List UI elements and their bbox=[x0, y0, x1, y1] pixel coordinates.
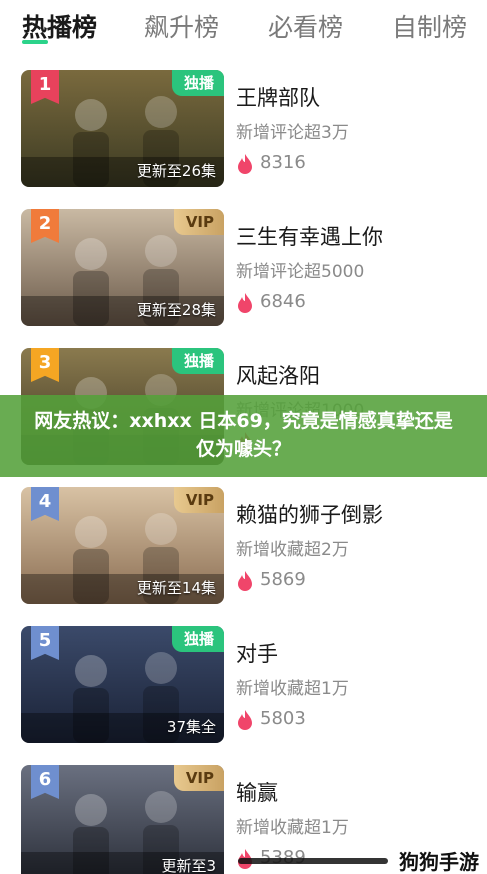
flame-icon bbox=[238, 571, 252, 591]
show-title[interactable]: 输赢 bbox=[236, 777, 278, 807]
show-stat-desc: 新增收藏超2万 bbox=[236, 540, 349, 560]
tab-must-watch[interactable]: 必看榜 bbox=[268, 8, 343, 44]
flame-icon bbox=[238, 710, 252, 730]
show-stat-desc: 新增评论超3万 bbox=[236, 123, 349, 143]
ranking-tabs: 热播榜 飙升榜 必看榜 自制榜 bbox=[0, 0, 487, 52]
heat-value: 5803 bbox=[260, 708, 306, 729]
home-indicator bbox=[238, 858, 388, 864]
list-item[interactable]: 5 独播 37集全 对手 新增收藏超1万 5803 bbox=[0, 626, 487, 746]
watermark: 狗狗手游 bbox=[399, 850, 479, 874]
show-title[interactable]: 三生有幸遇上你 bbox=[236, 221, 383, 251]
access-badge: VIP bbox=[173, 487, 224, 513]
headline-banner: 网友热议：xxhxx 日本69，究竟是情感真挚还是仅为噱头？ bbox=[0, 395, 487, 477]
flame-icon bbox=[238, 154, 252, 174]
access-badge: 独播 bbox=[171, 348, 224, 374]
access-badge: 独播 bbox=[171, 626, 224, 652]
episode-status: 更新至28集 bbox=[136, 301, 216, 319]
access-badge: VIP bbox=[173, 765, 224, 791]
poster-image[interactable]: 4 VIP 更新至14集 bbox=[21, 487, 224, 604]
tab-rising[interactable]: 飙升榜 bbox=[144, 8, 219, 44]
tab-original[interactable]: 自制榜 bbox=[392, 8, 467, 44]
episode-status: 37集全 bbox=[166, 718, 216, 736]
poster-image[interactable]: 5 独播 37集全 bbox=[21, 626, 224, 743]
show-stat-desc: 新增评论超5000 bbox=[236, 262, 365, 282]
episode-status: 更新至14集 bbox=[136, 579, 216, 597]
tab-hot[interactable]: 热播榜 bbox=[22, 8, 97, 44]
show-title[interactable]: 对手 bbox=[236, 638, 278, 668]
list-item[interactable]: 1 独播 更新至26集 王牌部队 新增评论超3万 8316 bbox=[0, 70, 487, 190]
poster-image[interactable]: 1 独播 更新至26集 bbox=[21, 70, 224, 187]
active-tab-indicator bbox=[22, 40, 48, 44]
heat-value: 8316 bbox=[260, 152, 306, 173]
list-item[interactable]: 2 VIP 更新至28集 三生有幸遇上你 新增评论超5000 6846 bbox=[0, 209, 487, 329]
poster-image[interactable]: 2 VIP 更新至28集 bbox=[21, 209, 224, 326]
show-title[interactable]: 赖猫的狮子倒影 bbox=[236, 499, 383, 529]
show-title[interactable]: 王牌部队 bbox=[236, 82, 320, 112]
episode-status: 更新至3 bbox=[161, 857, 216, 874]
access-badge: 独播 bbox=[171, 70, 224, 96]
heat-value: 6846 bbox=[260, 291, 306, 312]
access-badge: VIP bbox=[173, 209, 224, 235]
poster-image[interactable]: 6 VIP 更新至3 bbox=[21, 765, 224, 874]
list-item[interactable]: 4 VIP 更新至14集 赖猫的狮子倒影 新增收藏超2万 5869 bbox=[0, 487, 487, 607]
show-stat-desc: 新增收藏超1万 bbox=[236, 679, 349, 699]
episode-status: 更新至26集 bbox=[136, 162, 216, 180]
heat-value: 5869 bbox=[260, 569, 306, 590]
flame-icon bbox=[238, 293, 252, 313]
show-title[interactable]: 风起洛阳 bbox=[236, 360, 320, 390]
show-stat-desc: 新增收藏超1万 bbox=[236, 818, 349, 838]
headline-text: 网友热议：xxhxx 日本69，究竟是情感真挚还是仅为噱头？ bbox=[34, 410, 453, 460]
